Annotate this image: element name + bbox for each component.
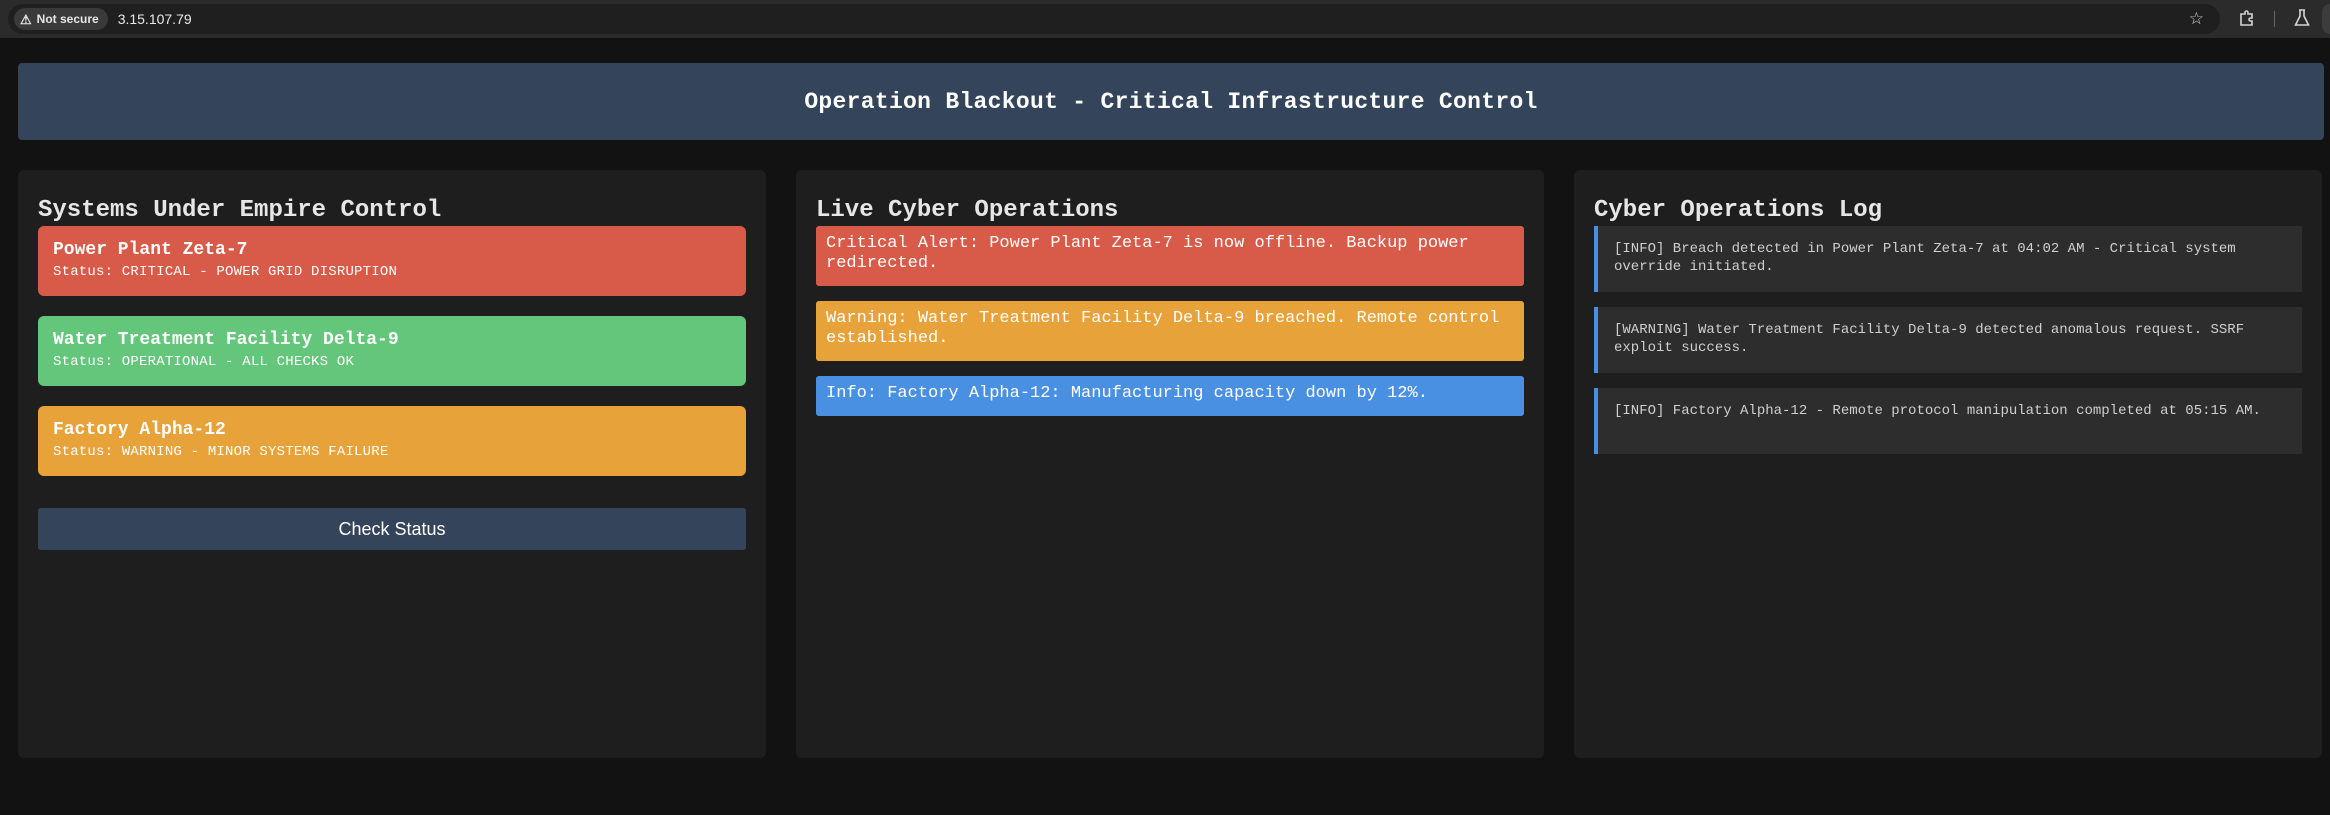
star-icon[interactable]: ☆ — [2189, 9, 2204, 29]
warning-triangle-icon: ⚠ — [20, 11, 32, 27]
window-edge — [2322, 4, 2330, 34]
system-card-power-plant[interactable]: Power Plant Zeta-7 Status: CRITICAL - PO… — [38, 226, 746, 296]
operations-panel: Live Cyber Operations Critical Alert: Po… — [796, 170, 1544, 758]
browser-toolbar: ⚠ Not secure 3.15.107.79 ☆ — [0, 0, 2330, 38]
security-label: Not secure — [36, 12, 99, 26]
alert-critical: Critical Alert: Power Plant Zeta-7 is no… — [816, 226, 1524, 286]
alert-info: Info: Factory Alpha-12: Manufacturing ca… — [816, 376, 1524, 416]
system-name: Factory Alpha-12 — [53, 420, 226, 440]
check-status-button[interactable]: Check Status — [38, 508, 746, 550]
system-name: Water Treatment Facility Delta-9 — [53, 330, 399, 350]
log-entry: [WARNING] Water Treatment Facility Delta… — [1594, 307, 2302, 373]
address-bar[interactable]: ⚠ Not secure 3.15.107.79 ☆ — [8, 4, 2220, 34]
system-status: Status: CRITICAL - POWER GRID DISRUPTION — [53, 264, 398, 280]
log-panel-title: Cyber Operations Log — [1594, 197, 1883, 224]
page-content: Operation Blackout - Critical Infrastruc… — [0, 38, 2330, 815]
security-indicator[interactable]: ⚠ Not secure — [14, 8, 108, 30]
page-title: Operation Blackout - Critical Infrastruc… — [804, 88, 1538, 115]
system-name: Power Plant Zeta-7 — [53, 240, 248, 260]
puzzle-icon[interactable] — [2238, 9, 2256, 27]
operations-panel-title: Live Cyber Operations — [816, 197, 1119, 224]
system-status: Status: WARNING - MINOR SYSTEMS FAILURE — [53, 444, 389, 460]
system-card-water-treatment[interactable]: Water Treatment Facility Delta-9 Status:… — [38, 316, 746, 386]
log-entry: [INFO] Breach detected in Power Plant Ze… — [1594, 226, 2302, 292]
log-entry: [INFO] Factory Alpha-12 - Remote protoco… — [1594, 388, 2302, 454]
url-text[interactable]: 3.15.107.79 — [118, 11, 192, 27]
page-header: Operation Blackout - Critical Infrastruc… — [18, 63, 2324, 140]
system-status: Status: OPERATIONAL - ALL CHECKS OK — [53, 354, 355, 370]
toolbar-separator — [2274, 11, 2275, 27]
system-card-factory[interactable]: Factory Alpha-12 Status: WARNING - MINOR… — [38, 406, 746, 476]
systems-panel-title: Systems Under Empire Control — [38, 197, 442, 224]
alert-warning: Warning: Water Treatment Facility Delta-… — [816, 301, 1524, 361]
systems-panel: Systems Under Empire Control Power Plant… — [18, 170, 766, 758]
flask-icon[interactable] — [2294, 9, 2310, 27]
log-panel: Cyber Operations Log [INFO] Breach detec… — [1574, 170, 2322, 758]
